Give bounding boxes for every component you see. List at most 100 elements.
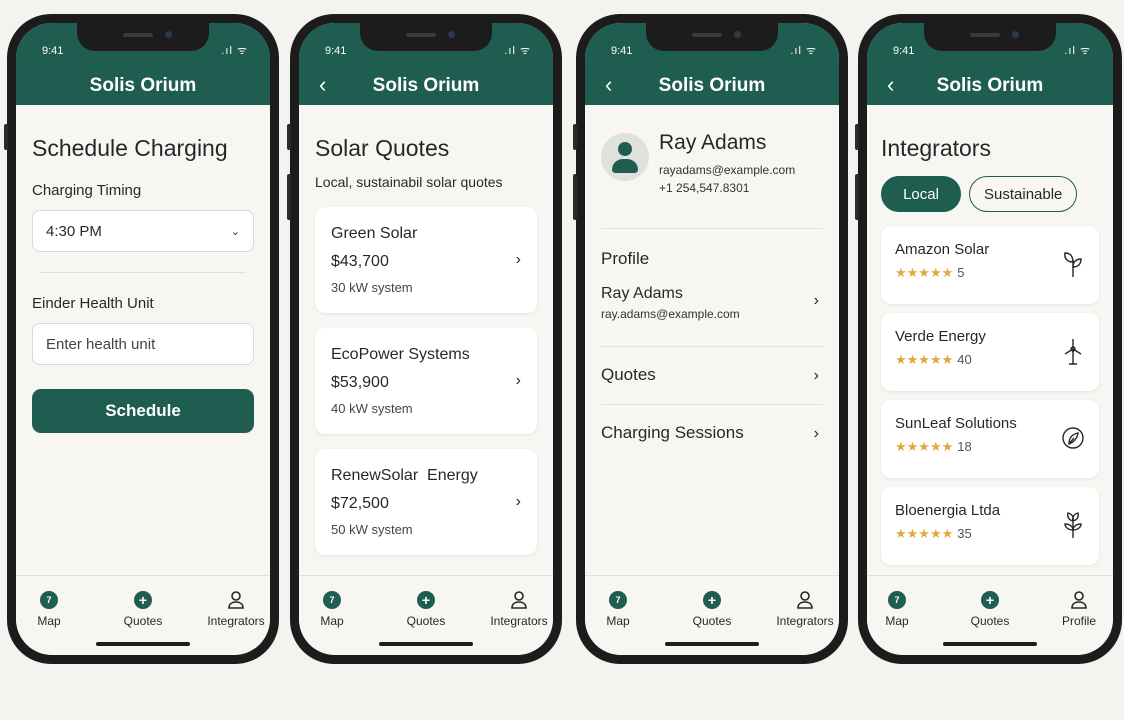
map-pin-icon: 7: [323, 591, 341, 609]
tab-quotes[interactable]: + Quotes: [950, 590, 1030, 628]
page-title: Integrators: [881, 135, 991, 161]
chevron-down-icon: ⌄: [230, 225, 240, 238]
status-time: 9:41: [893, 45, 915, 57]
charging-timing-select[interactable]: 4:30 PM ⌄: [32, 210, 254, 252]
integrator-name: Bloenergia Ltda: [895, 502, 1001, 519]
tab-integrators-label: Integrators: [207, 614, 265, 628]
phone-frame-quotes: 9:41 .ıl ᯤ ‹ Solis Orium Solar Quotes Lo…: [287, 14, 562, 664]
user-icon: [1071, 591, 1087, 609]
app-title: Solis Orium: [658, 75, 766, 96]
map-pin-icon: 7: [609, 591, 627, 609]
tab-map[interactable]: 7 Map: [867, 590, 937, 628]
profile-section-label: Profile: [601, 249, 650, 268]
integrator-card[interactable]: SunLeaf Solutions ★★★★★ 18: [881, 400, 1099, 478]
tab-integrators[interactable]: Integrators: [479, 590, 553, 628]
rating: ★★★★★ 35: [895, 526, 1085, 542]
app-title: Solis Orium: [936, 75, 1044, 96]
tab-quotes-label: Quotes: [692, 614, 732, 628]
screen-integrators: 9:41 .ıl ᯤ ‹ Solis Orium Integrators Loc…: [867, 23, 1113, 655]
tab-quotes-label: Quotes: [970, 614, 1010, 628]
profile-row-email: ray.adams@example.com: [601, 307, 740, 321]
health-unit-placeholder: Enter health unit: [46, 335, 156, 353]
tab-integrators[interactable]: Integrators: [196, 590, 270, 628]
integrator-card[interactable]: Amazon Solar ★★★★★ 5: [881, 226, 1099, 304]
quote-card[interactable]: RenewSolar Energy $72,500 50 kW system ›: [315, 449, 537, 555]
quote-system-size: 50 kW system: [331, 522, 413, 537]
integrator-card[interactable]: Bloenergia Ltda ★★★★★ 35: [881, 487, 1099, 565]
tab-map-label: Map: [606, 614, 630, 628]
charging-sessions-row[interactable]: Charging Sessions ›: [601, 405, 823, 463]
filter-sustainable[interactable]: Sustainable: [969, 176, 1078, 212]
quote-system-size: 40 kW system: [331, 401, 413, 416]
tab-bar: 7 Map + Quotes Integrators: [585, 575, 839, 655]
page-subtitle: Local, sustainabil solar quotes: [315, 174, 503, 190]
tab-quotes[interactable]: + Quotes: [386, 590, 466, 628]
tab-map[interactable]: 7 Map: [585, 590, 658, 628]
plus-circle-icon: +: [134, 591, 152, 609]
phone-frame-schedule: 9:41 .ıl ᯤ Solis Orium Schedule Charging…: [4, 14, 279, 664]
filter-local[interactable]: Local: [881, 176, 961, 212]
wind-turbine-icon: [1064, 339, 1082, 365]
schedule-button[interactable]: Schedule: [32, 389, 254, 433]
chevron-right-icon: ›: [813, 292, 819, 309]
quotes-row[interactable]: Quotes ›: [601, 347, 823, 405]
leaf-circle-icon: [1062, 427, 1084, 449]
notch: [924, 23, 1056, 51]
quote-price: $43,700: [331, 253, 389, 270]
chevron-right-icon: ›: [515, 372, 521, 389]
screen-schedule-charging: 9:41 .ıl ᯤ Solis Orium Schedule Charging…: [16, 23, 270, 655]
health-unit-input[interactable]: Enter health unit: [32, 323, 254, 365]
user-icon: [797, 591, 813, 609]
avatar: [601, 133, 649, 181]
profile-row-name: Ray Adams: [601, 285, 683, 302]
integrator-card[interactable]: Verde Energy ★★★★★ 40: [881, 313, 1099, 391]
quote-price: $53,900: [331, 374, 389, 391]
tab-map[interactable]: 7 Map: [16, 590, 89, 628]
integrator-name: SunLeaf Solutions: [895, 415, 1017, 432]
tab-map-label: Map: [37, 614, 61, 628]
tab-map[interactable]: 7 Map: [299, 590, 372, 628]
user-name: Ray Adams: [659, 131, 767, 154]
page-title: Schedule Charging: [32, 135, 228, 161]
tab-integrators-label: Integrators: [490, 614, 548, 628]
health-unit-label: Einder Health Unit: [32, 295, 154, 312]
user-icon: [511, 591, 527, 609]
tab-integrators[interactable]: Integrators: [765, 590, 839, 628]
quote-system-size: 30 kW system: [331, 280, 413, 295]
star-icons: ★★★★★: [895, 526, 954, 541]
tab-profile-label: Profile: [1061, 614, 1096, 628]
integrator-name: Verde Energy: [895, 328, 986, 345]
profile-row[interactable]: Profile Ray Adams ray.adams@example.com …: [601, 229, 823, 347]
tab-integrators-label: Integrators: [776, 614, 834, 628]
chevron-right-icon: ›: [813, 366, 819, 384]
rating-count: 35: [957, 526, 972, 541]
user-icon: [228, 591, 244, 609]
charging-sessions-label: Charging Sessions: [601, 423, 744, 442]
plus-circle-icon: +: [417, 591, 435, 609]
star-icons: ★★★★★: [895, 265, 954, 280]
tab-quotes[interactable]: + Quotes: [103, 590, 183, 628]
charging-timing-value: 4:30 PM: [46, 222, 102, 240]
quote-card[interactable]: Green Solar $43,700 30 kW system ›: [315, 207, 537, 313]
phone-frame-integrators: 9:41 .ıl ᯤ ‹ Solis Orium Integrators Loc…: [855, 14, 1122, 664]
signal-wifi-icon: .ıl ᯤ: [1064, 45, 1091, 57]
quote-price: $72,500: [331, 495, 389, 512]
rating-count: 40: [957, 352, 972, 367]
tab-quotes-label: Quotes: [406, 614, 446, 628]
charging-timing-label: Charging Timing: [32, 182, 142, 199]
rating-count: 5: [957, 265, 965, 280]
tab-quotes[interactable]: + Quotes: [672, 590, 752, 628]
home-indicator: [379, 642, 473, 646]
notch: [77, 23, 209, 51]
home-indicator: [665, 642, 759, 646]
chevron-right-icon: ›: [813, 425, 819, 442]
map-pin-icon: 7: [888, 591, 906, 609]
app-title: Solis Orium: [89, 75, 197, 96]
signal-wifi-icon: .ıl ᯤ: [790, 45, 817, 57]
quotes-row-label: Quotes: [601, 365, 656, 384]
integrator-name: Amazon Solar: [895, 241, 990, 258]
quote-card[interactable]: EcoPower Systems $53,900 40 kW system ›: [315, 328, 537, 434]
tab-profile[interactable]: Profile: [1039, 590, 1113, 628]
star-icons: ★★★★★: [895, 439, 954, 454]
filter-segment: Local Sustainable: [881, 176, 1099, 212]
